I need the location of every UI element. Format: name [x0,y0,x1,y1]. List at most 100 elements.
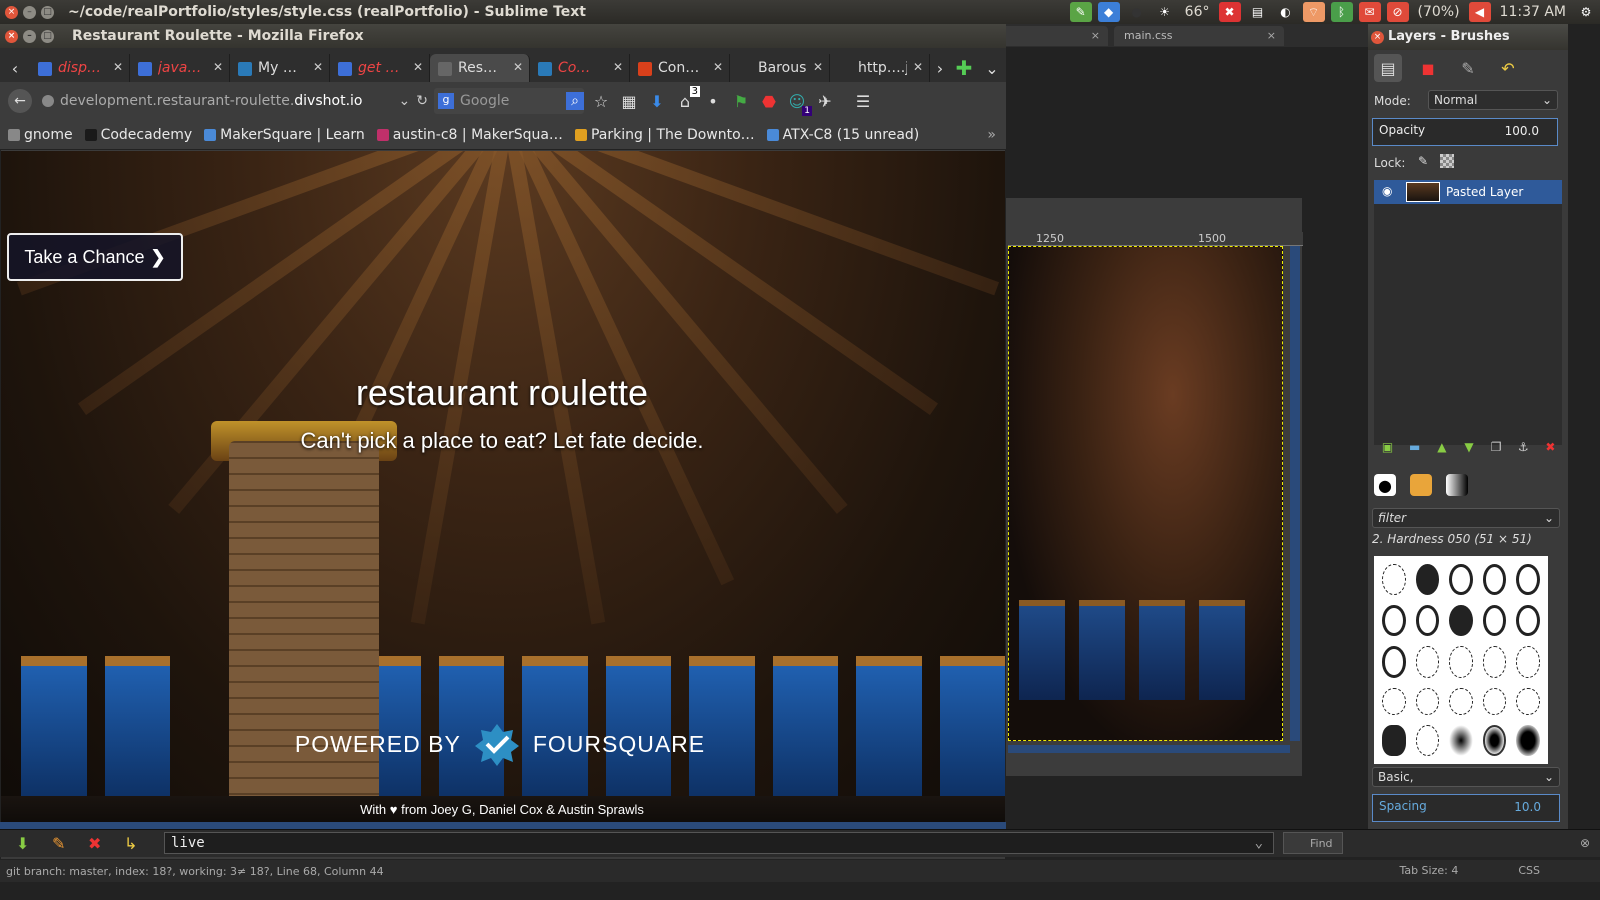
gimp-image[interactable] [1008,246,1283,741]
extension-icon[interactable]: ⚑ [730,90,752,112]
dropbox-icon[interactable]: ◆ [1097,2,1120,22]
eye-icon[interactable]: ◉ [1382,184,1392,198]
spacing-spin[interactable]: Spacing 10.0 [1372,794,1560,822]
firefox-tab[interactable]: get … ✕ [330,54,430,82]
brush-item[interactable] [1449,564,1473,596]
firefox-tab[interactable]: Con… ✕ [630,54,730,82]
adblock-icon[interactable]: ⬣ [758,90,780,112]
bookmark-item[interactable]: Parking | The Downto… [574,127,755,143]
mail-icon[interactable]: ✉ [1358,2,1381,22]
brush-item[interactable] [1382,724,1406,756]
firefox-tab[interactable]: disp… ✕ [30,54,130,82]
brush-item[interactable] [1516,724,1540,756]
ghostery-icon[interactable]: ☺ 1 [786,90,812,116]
channels-tab-icon[interactable]: ◼ [1414,54,1442,82]
brush-item[interactable] [1415,564,1440,596]
console-input[interactable]: live ⌄ [164,832,1274,854]
bookmark-item[interactable]: MakerSquare | Learn [204,127,365,143]
brush-item[interactable] [1382,605,1406,637]
close-icon[interactable]: ✕ [413,60,423,74]
tab-size[interactable]: Tab Size: 4 [1399,864,1458,877]
bluetooth-icon[interactable]: ᛒ [1330,2,1353,22]
brush-item[interactable] [1482,687,1507,715]
close-icon[interactable]: ✕ [313,60,323,74]
scroll-tabs-left-icon[interactable]: ‹ [0,54,30,82]
brush-item[interactable] [1415,724,1440,756]
new-group-icon[interactable]: ▬ [1406,438,1424,456]
close-icon[interactable]: ✕ [813,60,823,74]
raise-layer-icon[interactable]: ▲ [1433,438,1451,456]
layer-row[interactable]: ◉ Pasted Layer [1374,180,1562,204]
search-box[interactable]: g Google ⌕ [434,88,584,114]
close-icon[interactable]: ✕ [713,60,723,74]
back-button[interactable]: ← [8,89,32,113]
extension-dot-icon[interactable]: • [702,90,724,112]
paths-tab-icon[interactable]: ✎ [1454,54,1482,82]
brush-grid[interactable] [1374,556,1548,764]
menu-icon[interactable]: ☰ [852,90,874,112]
sublime-tab-prev[interactable]: × [990,26,1108,46]
brush-item[interactable] [1382,687,1406,715]
close-icon[interactable]: × [1267,29,1276,42]
brush-item[interactable] [1449,605,1473,637]
lower-layer-icon[interactable]: ▼ [1460,438,1478,456]
anchor-icon[interactable]: ⚓ [1514,438,1532,456]
bookmark-star-icon[interactable]: ☆ [590,90,612,112]
new-tab-icon[interactable]: ✚ [950,54,978,82]
close-icon[interactable]: ✕ [613,60,623,74]
close-icon[interactable]: × [5,29,18,43]
sublime-tab-main-css[interactable]: main.css × [1114,26,1284,46]
wifi-icon[interactable]: ⌔ [1302,2,1325,22]
chevron-down-icon[interactable]: ⌄ [1255,835,1263,851]
url-bar[interactable]: development.restaurant-roulette.divshot.… [38,88,428,114]
brush-item[interactable] [1449,646,1473,678]
clipboard-icon[interactable]: ▤ [1247,2,1269,22]
brush-item[interactable] [1482,605,1507,637]
evernote-icon[interactable]: ✎ [1069,2,1092,22]
gear-icon[interactable]: ⚙ [1575,2,1597,22]
more-bookmarks-icon[interactable]: » [987,127,996,143]
layers-tab-icon[interactable]: ▤ [1374,54,1402,82]
clock[interactable]: 11:37 AM [1500,4,1566,20]
close-icon[interactable]: ⊗ [1580,836,1590,850]
firefox-tab[interactable]: http….js ✕ [830,54,930,82]
maximize-icon[interactable]: □ [41,5,54,19]
powered-by-foursquare[interactable]: POWERED BY FOURSQUARE [290,722,710,766]
undo-history-tab-icon[interactable]: ↶ [1494,54,1522,82]
volume-icon[interactable]: ◀ [1468,2,1491,22]
close-icon[interactable]: × [5,5,18,19]
brush-item[interactable] [1382,646,1406,678]
extension-bird-icon[interactable]: ✈ [814,90,836,112]
delete-layer-icon[interactable]: ✖ [1541,438,1559,456]
gimp-vertical-scrollbar[interactable] [1290,246,1300,741]
take-a-chance-button[interactable]: Take a Chance ❯ [7,233,183,281]
firefox-tab[interactable]: Co… ✕ [530,54,630,82]
new-layer-icon[interactable]: ▣ [1379,438,1397,456]
bookmark-item[interactable]: Codecademy [84,127,192,143]
weather-icon[interactable]: ☀ [1154,2,1176,22]
close-icon[interactable]: ✕ [113,60,123,74]
syntax[interactable]: CSS [1518,864,1540,877]
layer-list[interactable] [1374,180,1562,445]
brush-item[interactable] [1415,605,1440,637]
tab-list-dropdown-icon[interactable]: ⌄ [978,54,1006,82]
bookmark-item[interactable]: gnome [8,127,73,143]
brush-item[interactable] [1516,605,1540,637]
close-icon[interactable]: ✕ [513,60,523,74]
brush-set-select[interactable]: Basic, ⌄ [1372,767,1560,787]
close-icon[interactable]: × [1371,31,1384,44]
save-icon[interactable]: ⬇ [16,834,29,853]
minimize-icon[interactable]: – [23,5,36,19]
reading-list-icon[interactable]: ▦ [618,90,640,112]
patterns-tab-icon[interactable] [1410,474,1432,496]
bookmark-item[interactable]: ATX-C8 (15 unread) [766,127,919,143]
brushes-tab-icon[interactable]: ● [1374,474,1396,496]
brush-filter-input[interactable]: filter ⌄ [1372,508,1560,528]
find-button[interactable]: Find [1283,832,1343,854]
export-icon[interactable]: ↳ [124,834,137,853]
home-icon[interactable]: ⌂ 3 [674,86,700,112]
url-dropdown-icon[interactable]: ⌄ [399,93,411,109]
search-icon[interactable]: ⌕ [566,92,584,110]
brush-item[interactable] [1516,646,1540,678]
brush-item[interactable] [1516,564,1540,596]
